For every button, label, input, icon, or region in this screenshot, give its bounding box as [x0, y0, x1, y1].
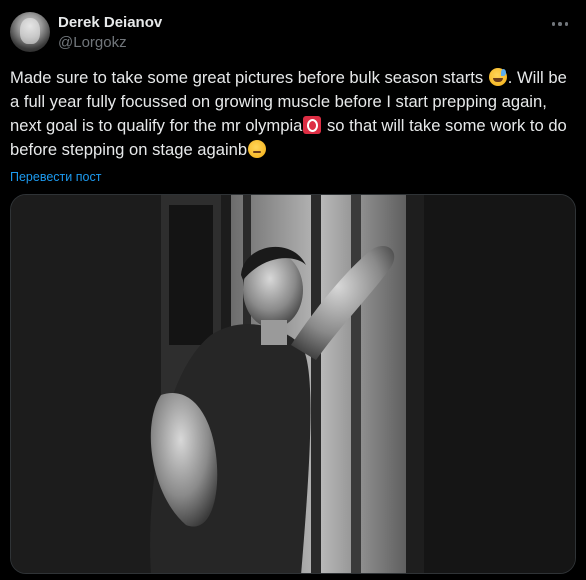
tweet-card: Derek Deianov @Lorgokz Made sure to take… — [0, 0, 586, 580]
translate-post-link[interactable]: Перевести пост — [10, 168, 576, 186]
author-names: Derek Deianov @Lorgokz — [58, 13, 162, 53]
tweet-photo[interactable] — [10, 194, 576, 574]
tweet-text: Made sure to take some great pictures be… — [10, 66, 580, 162]
sweat-smile-emoji-icon — [488, 68, 507, 86]
red-o-emoji-icon — [303, 116, 322, 134]
more-options-icon[interactable] — [548, 14, 572, 34]
display-name[interactable]: Derek Deianov — [58, 13, 162, 33]
user-handle[interactable]: @Lorgokz — [58, 33, 162, 53]
face-emoji-icon — [248, 140, 267, 158]
photo-illustration — [11, 195, 575, 573]
tweet-text-part-1: Made sure to take some great pictures be… — [10, 68, 488, 87]
avatar[interactable] — [10, 12, 50, 52]
tweet-header: Derek Deianov @Lorgokz — [10, 12, 576, 60]
